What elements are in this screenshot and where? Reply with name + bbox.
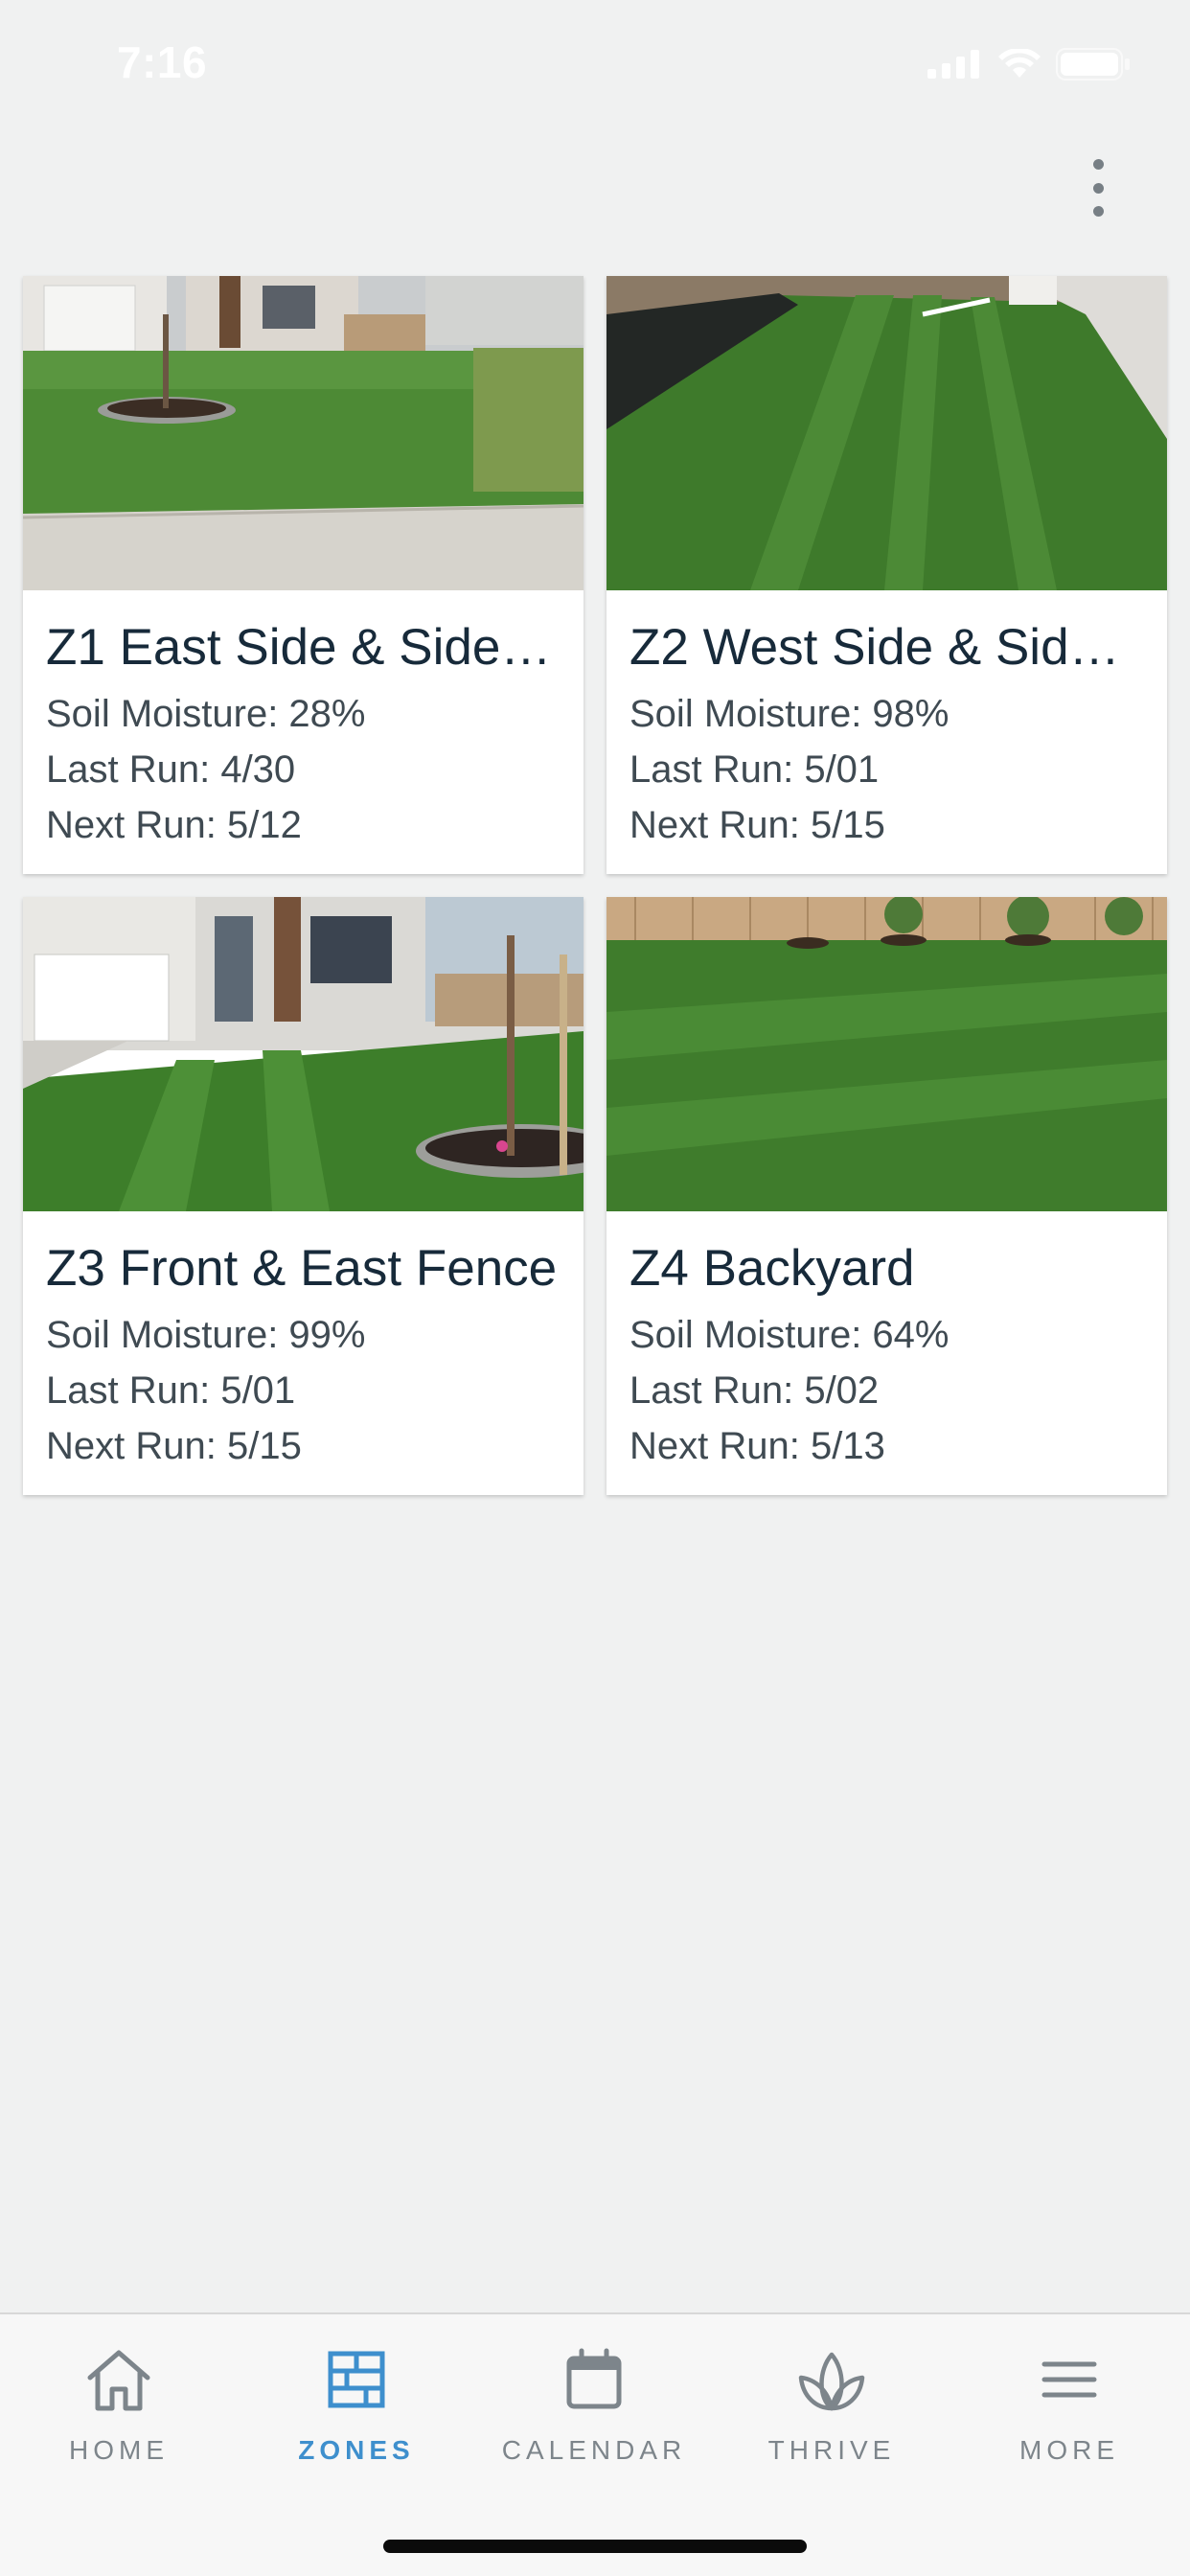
battery-icon (1056, 48, 1130, 80)
zone-photo (606, 897, 1167, 1211)
tab-label: HOME (69, 2435, 169, 2465)
zone-photo (606, 276, 1167, 590)
more-options-button[interactable] (1077, 159, 1119, 217)
tab-label: CALENDAR (501, 2435, 687, 2465)
zone-photo (23, 897, 584, 1211)
zone-name: Z2 West Side & Side Yard (629, 619, 1144, 676)
last-run: Last Run: 5/01 (46, 1369, 296, 1412)
home-indicator[interactable] (383, 2540, 807, 2553)
last-run: Last Run: 4/30 (46, 748, 296, 791)
zone-card-1[interactable]: Z1 East Side & Side Yard Soil Moisture: … (23, 276, 584, 874)
next-run: Next Run: 5/15 (629, 804, 885, 846)
zone-info: Z3 Front & East Fence Soil Moisture: 99%… (23, 1211, 584, 1474)
menu-icon (1041, 2361, 1097, 2398)
status-time: 7:16 (117, 37, 208, 87)
next-run: Next Run: 5/13 (629, 1425, 885, 1467)
zone-name: Z3 Front & East Fence (46, 1240, 558, 1297)
zones-grid: Z1 East Side & Side Yard Soil Moisture: … (23, 276, 1167, 1495)
soil-moisture: Soil Moisture: 64% (629, 1314, 950, 1356)
zone-name: Z4 Backyard (629, 1240, 915, 1297)
zone-info: Z2 West Side & Side Yard Soil Moisture: … (606, 590, 1167, 853)
wifi-icon (998, 49, 1041, 78)
tab-calendar[interactable]: CALENDAR (475, 2341, 713, 2485)
home-icon (87, 2350, 150, 2411)
leaf-icon (798, 2352, 865, 2411)
zone-info: Z1 East Side & Side Yard Soil Moisture: … (23, 590, 584, 853)
last-run: Last Run: 5/02 (629, 1369, 880, 1412)
tab-zones[interactable]: ZONES (238, 2341, 475, 2485)
status-icons (927, 48, 1131, 80)
signal-icon (927, 50, 979, 79)
bottom-tab-bar: HOME ZONES CALENDAR THRIVE MORE (0, 2312, 1190, 2576)
dot (1092, 206, 1104, 217)
soil-moisture: Soil Moisture: 99% (46, 1314, 366, 1356)
tab-label: THRIVE (767, 2435, 896, 2465)
tab-label: ZONES (298, 2435, 415, 2465)
dot (1092, 159, 1104, 170)
soil-moisture: Soil Moisture: 28% (46, 693, 366, 735)
zone-card-3[interactable]: Z3 Front & East Fence Soil Moisture: 99%… (23, 897, 584, 1495)
tab-home[interactable]: HOME (0, 2341, 238, 2485)
last-run: Last Run: 5/01 (629, 748, 880, 791)
zone-info: Z4 Backyard Soil Moisture: 64% Last Run:… (606, 1211, 1167, 1474)
zone-card-2[interactable]: Z2 West Side & Side Yard Soil Moisture: … (606, 276, 1167, 874)
zone-card-4[interactable]: Z4 Backyard Soil Moisture: 64% Last Run:… (606, 897, 1167, 1495)
next-run: Next Run: 5/12 (46, 804, 302, 846)
zone-photo (23, 276, 584, 590)
calendar-icon (566, 2348, 622, 2409)
tab-label: MORE (1019, 2435, 1119, 2465)
tab-thrive[interactable]: THRIVE (713, 2341, 950, 2485)
tab-more[interactable]: MORE (950, 2341, 1188, 2485)
dot (1092, 182, 1104, 194)
status-bar: 7:16 (0, 0, 1190, 129)
next-run: Next Run: 5/15 (46, 1425, 302, 1467)
zones-icon (328, 2351, 385, 2408)
soil-moisture: Soil Moisture: 98% (629, 693, 950, 735)
zone-name: Z1 East Side & Side Yard (46, 619, 561, 676)
